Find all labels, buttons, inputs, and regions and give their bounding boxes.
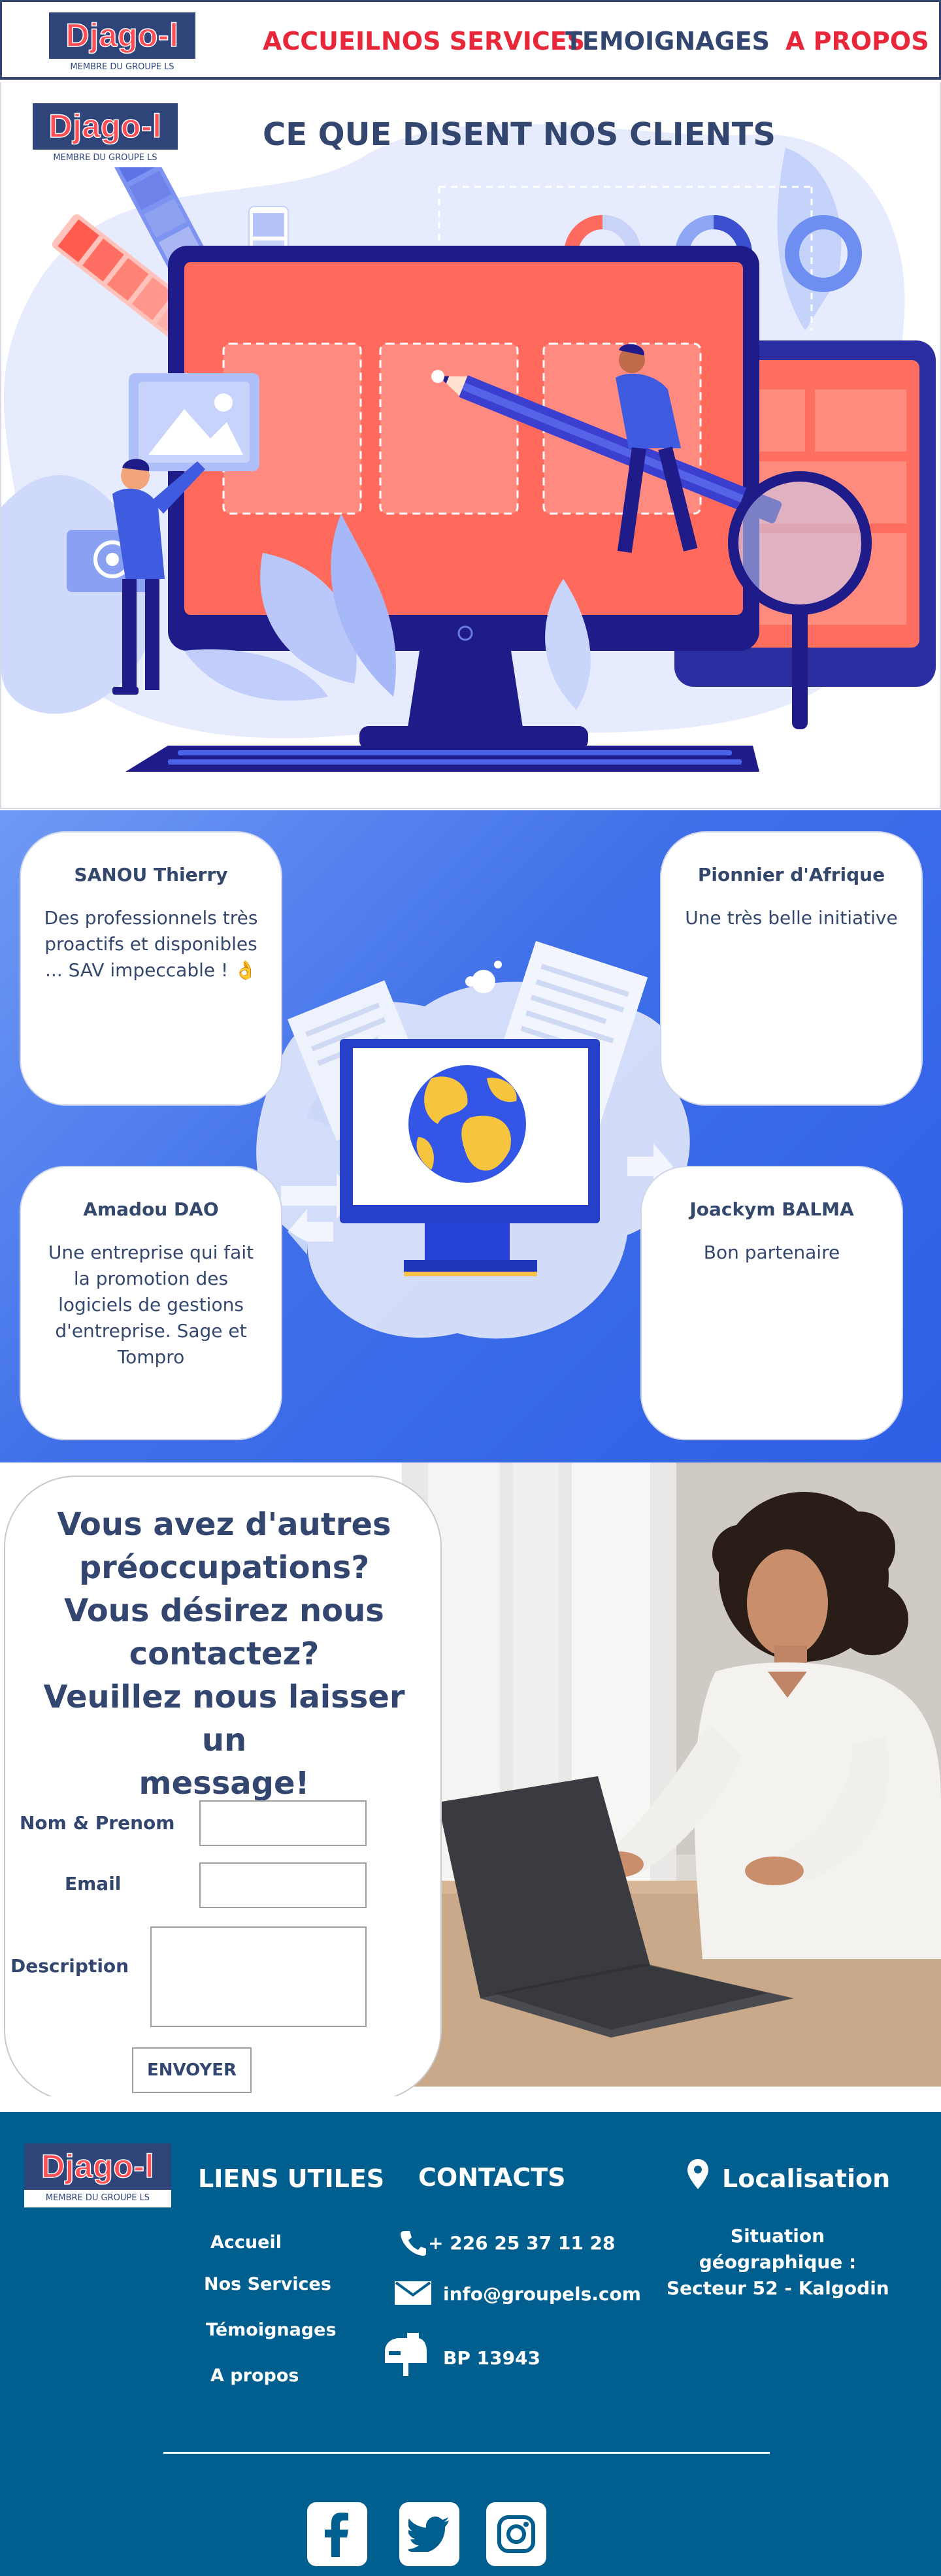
links-title: LIENS UTILES xyxy=(198,2164,385,2193)
footer-link-temoignages[interactable]: Témoignages xyxy=(206,2320,337,2340)
po-box: BP 13943 xyxy=(443,2347,541,2369)
header-logo[interactable]: Djago-l MEMBRE DU GROUPE LS xyxy=(49,12,195,76)
testimonial-author: Joackym BALMA xyxy=(689,1198,854,1220)
location-title: Localisation xyxy=(722,2164,891,2193)
testimonial-author: Amadou DAO xyxy=(83,1198,219,1220)
footer-logo-plate: Djago-l xyxy=(24,2143,171,2190)
testimonial-text: Une entreprise qui fait la promotion des… xyxy=(48,1242,254,1368)
testimonial-card: Joackym BALMA Bon partenaire xyxy=(640,1166,903,1440)
location-line: géographique : xyxy=(699,2251,857,2273)
description-textarea[interactable] xyxy=(150,1926,367,2027)
testimonial-card: Amadou DAO Une entreprise qui fait la pr… xyxy=(20,1166,282,1440)
contact-form-title: Vous avez d'autres préoccupations? Vous … xyxy=(18,1503,430,1805)
email-label: Email xyxy=(65,1873,122,1894)
nav-temoignages[interactable]: TEMOIGNAGES xyxy=(565,27,770,56)
name-label: Nom & Prenom xyxy=(20,1812,175,1834)
contact-title-line: contactez? xyxy=(129,1636,320,1672)
footer-link-a-propos[interactable]: A propos xyxy=(210,2366,299,2386)
name-input[interactable] xyxy=(199,1800,367,1846)
phone-icon xyxy=(401,2231,426,2256)
contact-title-line: Veuillez nous laisser un xyxy=(43,1679,405,1759)
contact-title-line: préoccupations? xyxy=(78,1549,370,1586)
location-address: Situation géographique : Secteur 52 - Ka… xyxy=(667,2223,889,2302)
contact-form-panel: Vous avez d'autres préoccupations? Vous … xyxy=(4,1476,442,2096)
testimonial-text: Une très belle initiative xyxy=(685,907,898,929)
email-input[interactable] xyxy=(199,1862,367,1908)
hero-logo-text: Djago-l xyxy=(48,108,162,146)
mail-icon xyxy=(395,2281,431,2305)
hero-logo-tagline: MEMBRE DU GROUPE LS xyxy=(33,149,178,167)
testimonials-section: SANOU Thierry Des professionnels très pr… xyxy=(0,810,941,1462)
footer-divider xyxy=(163,2452,770,2454)
contact-title-line: message! xyxy=(139,1765,310,1802)
testimonial-card: SANOU Thierry Des professionnels très pr… xyxy=(20,831,282,1106)
phone-number: + 226 25 37 11 28 xyxy=(428,2232,616,2254)
location-line: Situation xyxy=(730,2225,825,2247)
instagram-icon[interactable] xyxy=(486,2502,546,2566)
contact-title-line: Vous avez d'autres xyxy=(57,1506,391,1543)
contacts-title: CONTACTS xyxy=(418,2163,566,2192)
footer-logo-text: Djago-l xyxy=(41,2148,154,2186)
hero-section: Djago-l MEMBRE DU GROUPE LS CE QUE DISEN… xyxy=(0,82,941,809)
logo-text: Djago-l xyxy=(65,17,179,55)
testimonial-author: SANOU Thierry xyxy=(74,864,228,885)
woman-laptop-photo xyxy=(402,1462,941,2087)
facebook-icon[interactable] xyxy=(307,2502,367,2566)
email-address: info@groupels.com xyxy=(443,2283,641,2305)
testimonial-card: Pionnier d'Afrique Une très belle initia… xyxy=(660,831,923,1106)
footer-link-accueil[interactable]: Accueil xyxy=(210,2232,282,2253)
hero-logo-plate: Djago-l xyxy=(33,103,178,150)
contact-photo xyxy=(402,1462,941,2087)
testimonial-text: Des professionnels très proactifs et dis… xyxy=(44,907,258,981)
testimonial-author: Pionnier d'Afrique xyxy=(697,864,885,885)
footer-logo[interactable]: Djago-l MEMBRE DU GROUPE LS xyxy=(24,2143,171,2207)
hero-title: CE QUE DISENT NOS CLIENTS xyxy=(263,116,776,153)
nav-nos-services[interactable]: NOS SERVICES xyxy=(381,27,585,56)
location-line: Secteur 52 - Kalgodin xyxy=(667,2277,889,2299)
nav-a-propos[interactable]: A PROPOS xyxy=(785,27,929,56)
twitter-icon[interactable] xyxy=(399,2502,459,2566)
hero-logo: Djago-l MEMBRE DU GROUPE LS xyxy=(33,103,178,167)
mailbox-icon xyxy=(385,2333,427,2376)
contact-section: Vous avez d'autres préoccupations? Vous … xyxy=(0,1462,941,2096)
footer-logo-tagline: MEMBRE DU GROUPE LS xyxy=(24,2189,171,2207)
web-design-illustration xyxy=(1,124,936,772)
logo-plate: Djago-l xyxy=(49,12,195,59)
contact-title-line: Vous désirez nous xyxy=(64,1593,384,1629)
description-label: Description xyxy=(10,1955,129,1977)
footer-link-nos-services[interactable]: Nos Services xyxy=(204,2274,331,2294)
testimonial-text: Bon partenaire xyxy=(703,1242,840,1263)
logo-tagline: MEMBRE DU GROUPE LS xyxy=(70,61,174,72)
location-pin-icon xyxy=(687,2159,708,2189)
nav-accueil[interactable]: ACCUEIL xyxy=(263,27,380,56)
site-footer: Djago-l MEMBRE DU GROUPE LS LIENS UTILES… xyxy=(0,2112,941,2576)
send-button[interactable]: ENVOYER xyxy=(132,2047,252,2093)
site-header: Djago-l MEMBRE DU GROUPE LS ACCUEIL NOS … xyxy=(0,0,941,80)
